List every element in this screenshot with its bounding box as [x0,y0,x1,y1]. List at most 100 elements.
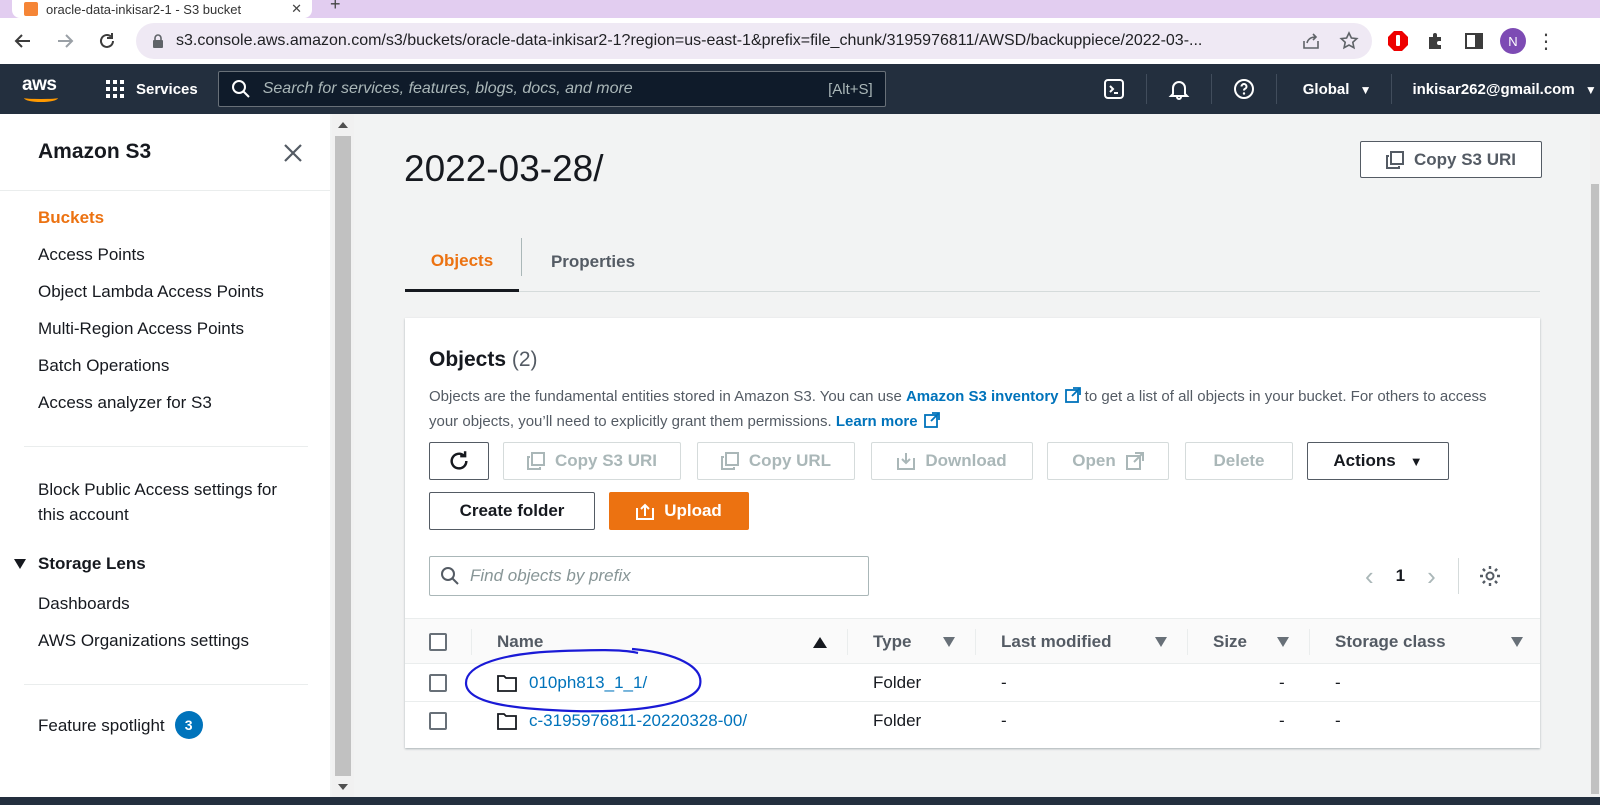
select-all-checkbox[interactable] [429,619,447,665]
object-name-link[interactable]: 010ph813_1_1/ [497,664,647,702]
cell-type: Folder [873,673,922,692]
sidebar-section-storage-lens[interactable]: Storage Lens [14,554,146,574]
delete-button[interactable]: Delete [1185,442,1293,480]
address-bar[interactable]: s3.console.aws.amazon.com/s3/buckets/ora… [136,23,1372,59]
row-checkbox[interactable] [429,702,447,740]
object-name-link[interactable]: c-3195976811-20220328-00/ [497,702,747,740]
scroll-down-icon[interactable] [338,784,348,790]
bookmark-star-icon[interactable] [1338,30,1360,52]
share-icon[interactable] [1300,30,1322,52]
reload-icon[interactable] [88,22,126,60]
page-scrollbar[interactable] [1590,114,1600,798]
table-row[interactable]: 010ph813_1_1/ Folder - - - [405,664,1540,702]
table-row[interactable]: c-3195976811-20220328-00/ Folder - - - [405,702,1540,740]
scroll-thumb[interactable] [1591,184,1599,794]
copy-s3-uri-button[interactable]: Copy S3 URI [503,442,681,480]
find-objects-placeholder: Find objects by prefix [470,566,631,585]
scroll-thumb[interactable] [335,136,351,776]
aws-top-nav: aws Services Search for services, featur… [0,64,1600,114]
chevron-right-icon[interactable]: › [1427,561,1436,592]
sort-icon [1155,637,1167,647]
column-name[interactable]: Name [497,619,827,665]
cell-last-modified: - [1001,711,1007,730]
page-number[interactable]: 1 [1396,566,1405,586]
open-button[interactable]: Open [1047,442,1169,480]
cloudshell-icon[interactable] [1102,77,1126,101]
aws-favicon-icon [24,2,38,16]
account-menu[interactable]: inkisar262@gmail.com ▼ [1412,81,1596,98]
copy-url-button[interactable]: Copy URL [697,442,855,480]
download-button[interactable]: Download [871,442,1033,480]
new-tab-icon[interactable]: + [330,0,341,15]
sidebar-item-access-points[interactable]: Access Points [38,242,145,267]
sidebar-item-buckets[interactable]: Buckets [38,205,104,230]
column-type[interactable]: Type [873,619,955,665]
help-icon[interactable] [1232,77,1256,101]
aws-footer-bar [0,797,1600,805]
sidebar-item-aws-organizations[interactable]: AWS Organizations settings [38,628,249,653]
close-icon[interactable] [282,142,304,164]
cell-storage-class: - [1335,673,1341,692]
notifications-bell-icon[interactable] [1167,77,1191,101]
browser-tab[interactable]: oracle-data-inkisar2-1 - S3 bucket ✕ [12,0,312,18]
services-menu[interactable]: Services [106,80,198,98]
forward-icon[interactable] [46,22,84,60]
external-link-icon [1064,387,1081,403]
gear-icon[interactable] [1479,565,1501,587]
tab-close-icon[interactable]: ✕ [291,1,302,17]
sidebar-item-dashboards[interactable]: Dashboards [38,591,130,616]
refresh-button[interactable] [429,442,489,480]
region-selector[interactable]: Global ▼ [1303,81,1372,98]
profile-avatar[interactable]: N [1500,28,1526,54]
feature-spotlight-label: Feature spotlight [38,715,165,735]
feature-spotlight-badge: 3 [174,711,203,739]
objects-description: Objects are the fundamental entities sto… [429,387,1487,430]
folder-icon [497,675,517,692]
learn-more-link[interactable]: Learn more [836,413,918,430]
chevron-left-icon[interactable]: ‹ [1365,561,1374,592]
back-icon[interactable] [4,22,42,60]
extensions-puzzle-icon[interactable] [1424,29,1448,53]
sidebar-item-multi-region[interactable]: Multi-Region Access Points [38,316,244,341]
browser-menu-icon[interactable]: ⋮ [1536,29,1556,54]
adblock-extension-icon[interactable] [1386,29,1410,53]
actions-dropdown[interactable]: Actions ▼ [1307,442,1449,480]
sidebar-item-object-lambda[interactable]: Object Lambda Access Points [38,279,264,304]
copy-icon [720,452,739,470]
find-objects-input[interactable]: Find objects by prefix [429,556,869,596]
services-grid-icon [106,80,124,98]
sidebar-item-access-analyzer[interactable]: Access analyzer for S3 [38,390,212,415]
scroll-up-icon[interactable] [338,122,348,128]
page-title: 2022-03-28/ [404,148,604,189]
tab-properties[interactable]: Properties [523,232,663,292]
sort-icon [943,637,955,647]
search-icon [441,567,459,585]
sidebar-divider [0,190,330,191]
sort-icon [1511,637,1523,647]
sidebar-divider [24,446,308,447]
column-last-modified[interactable]: Last modified [1001,619,1167,665]
column-size[interactable]: Size [1213,619,1289,665]
sidebar-item-block-public-access[interactable]: Block Public Access settings for this ac… [38,477,308,527]
aws-search-input[interactable]: Search for services, features, blogs, do… [217,71,886,107]
sidebar-scrollbar[interactable] [332,114,354,798]
copy-s3-uri-label: Copy S3 URI [1413,149,1517,169]
aws-logo[interactable]: aws [22,74,62,104]
copy-s3-uri-header-button[interactable]: Copy S3 URI [1360,141,1542,178]
s3-inventory-link[interactable]: Amazon S3 inventory [906,388,1059,405]
sidebar-item-feature-spotlight[interactable]: Feature spotlight 3 [38,711,203,739]
side-panel-icon[interactable] [1462,29,1486,53]
upload-button[interactable]: Upload [609,492,749,530]
aws-smile-icon [24,94,58,102]
sort-icon [1277,637,1289,647]
download-icon [897,453,916,470]
sidebar-item-batch-operations[interactable]: Batch Operations [38,353,169,378]
row-checkbox[interactable] [429,664,447,702]
tab-objects[interactable]: Objects [405,232,519,292]
column-storage-class[interactable]: Storage class [1335,619,1523,665]
create-folder-button[interactable]: Create folder [429,492,595,530]
objects-panel: Objects (2) Objects are the fundamental … [405,318,1540,748]
caret-down-icon: ▼ [1359,82,1372,97]
sidebar-title: Amazon S3 [38,140,152,163]
cell-size: - [1279,711,1285,730]
